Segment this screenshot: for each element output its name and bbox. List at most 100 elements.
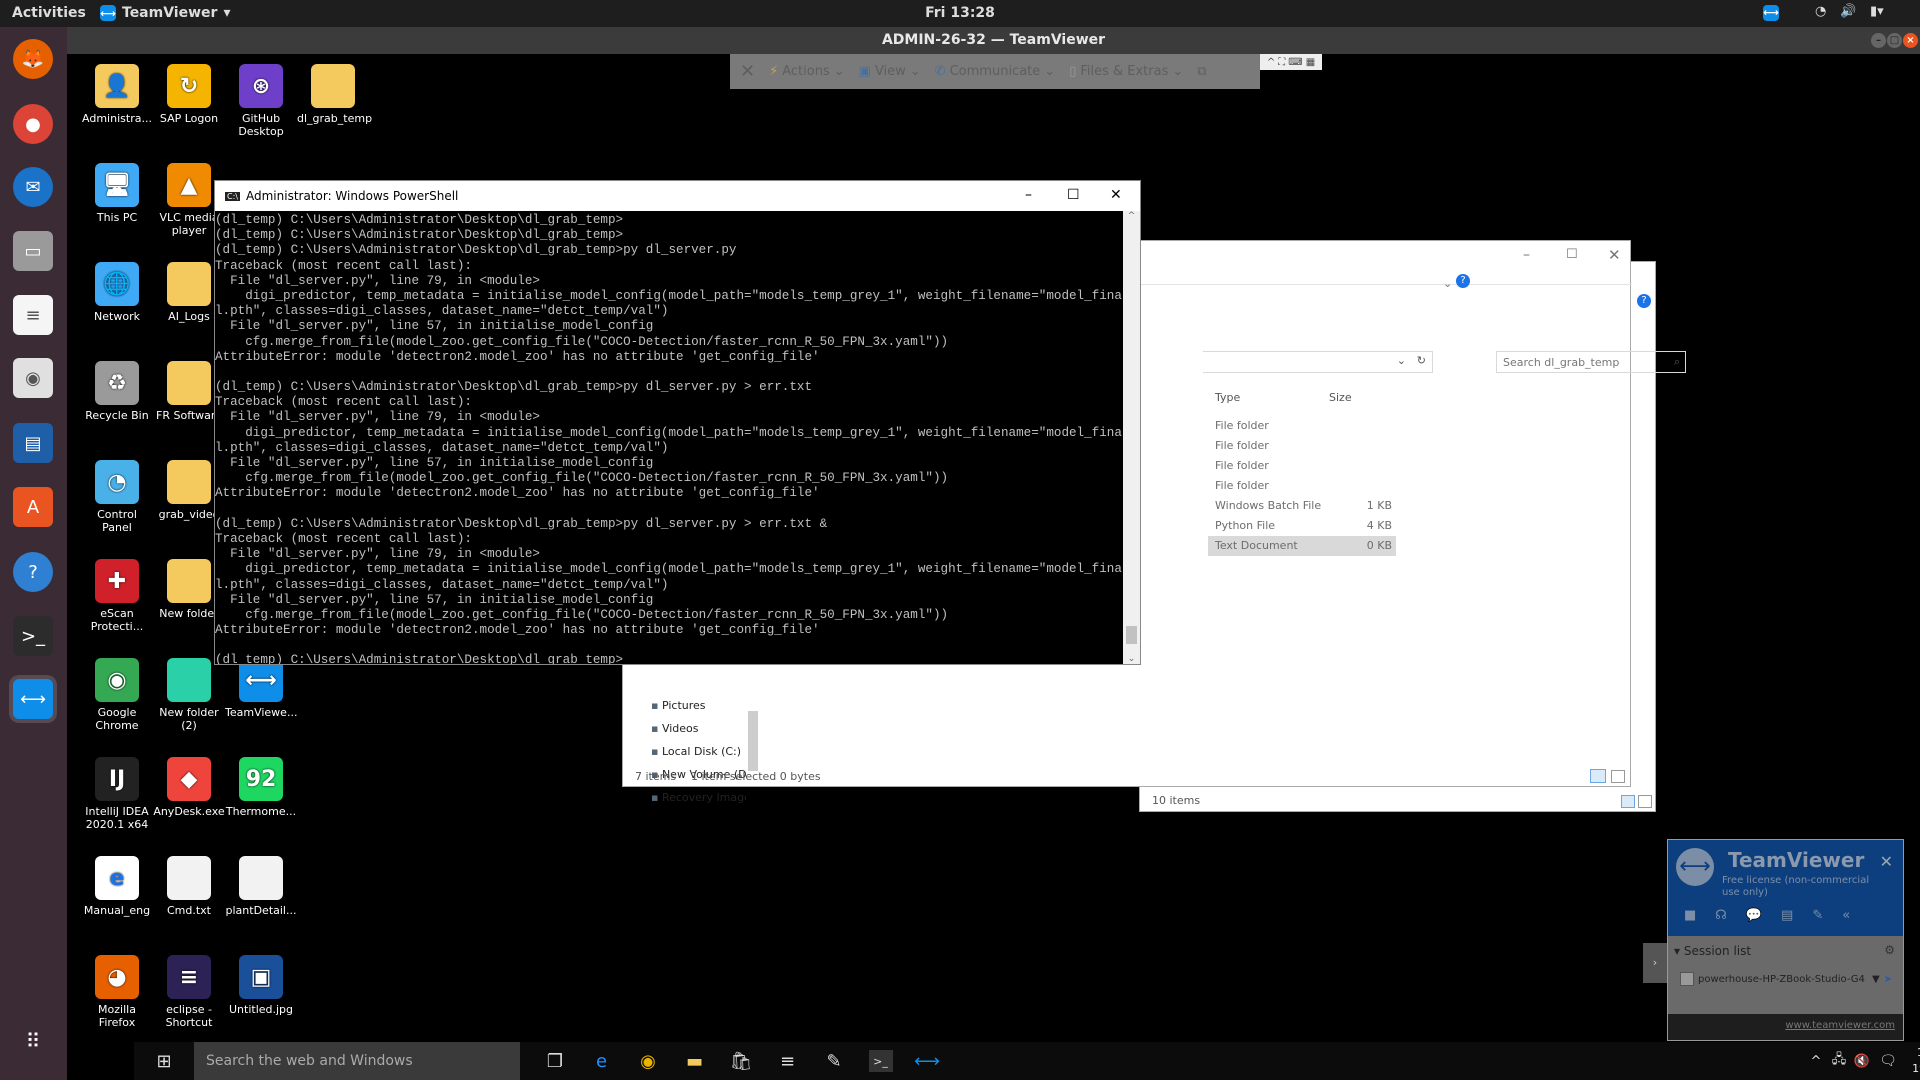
eclipse-taskbar-icon[interactable]: ≡ (776, 1050, 800, 1072)
software-center-icon[interactable]: A (9, 483, 57, 531)
headset-icon[interactable]: ☊ (1715, 908, 1727, 923)
desktop-icon[interactable]: ⟷ TeamViewe... (225, 658, 297, 719)
notification-icon[interactable]: 🗨 (1876, 1050, 1900, 1072)
switch-monitor-icon[interactable]: ⧉ (1197, 64, 1206, 79)
minimize-button[interactable]: – (1871, 33, 1886, 48)
desktop-icon[interactable]: ◔ Control Panel (81, 460, 153, 534)
help-icon[interactable]: ? (1456, 274, 1470, 288)
app-menu[interactable]: ⟷ TeamViewer ▾ (100, 5, 230, 21)
desktop-icon[interactable]: dl_grab_temp (297, 64, 372, 125)
keyboard-icon[interactable]: ⌨ (1288, 57, 1302, 68)
refresh-icon[interactable]: ↻ (1417, 354, 1426, 367)
chat-icon[interactable]: 💬 (1746, 908, 1762, 923)
collapse-toolbar-icon[interactable]: ^ (1267, 57, 1275, 68)
column-header-size[interactable]: Size (1329, 391, 1352, 404)
console-scrollbar[interactable]: ^ ⌄ (1123, 211, 1140, 664)
close-button[interactable]: × (1903, 33, 1918, 48)
help-icon[interactable]: ? (1637, 294, 1651, 308)
grid-icon[interactable]: ▦ (1306, 57, 1315, 68)
desktop-icon[interactable]: 👤 Administra... (81, 64, 153, 125)
file-row[interactable]: File folder (1208, 436, 1396, 456)
minimize-button[interactable]: – (1025, 187, 1032, 203)
teamviewer-link[interactable]: www.teamviewer.com (1785, 1020, 1895, 1031)
video-icon[interactable]: ■ (1684, 908, 1696, 923)
store-taskbar-icon[interactable]: 🛍 (729, 1050, 753, 1072)
chrome-taskbar-icon[interactable]: ◉ (636, 1050, 660, 1072)
desktop-icon[interactable]: ↻ SAP Logon (153, 64, 225, 125)
desktop-icon[interactable]: ≡ eclipse - Shortcut (153, 955, 225, 1029)
nav-scrollbar[interactable] (748, 711, 758, 771)
teamviewer-taskbar-icon[interactable]: ⟷ (914, 1050, 940, 1072)
desktop-icon[interactable]: 92 Thermome... (225, 757, 297, 818)
desktop-icon[interactable]: ◕ Mozilla Firefox (81, 955, 153, 1029)
desktop-icon[interactable]: ♻ Recycle Bin (81, 361, 153, 422)
files-icon[interactable]: ▤ (1781, 908, 1793, 923)
maximize-button[interactable]: ☐ (1566, 247, 1578, 262)
desktop-icon[interactable]: New folder (2) (153, 658, 225, 732)
close-button[interactable]: ✕ (1608, 246, 1621, 264)
wifi-icon[interactable]: ◔ (1815, 4, 1826, 19)
large-icons-view-icon[interactable] (1638, 795, 1652, 808)
minimize-button[interactable]: – (1523, 247, 1530, 263)
expand-ribbon-icon[interactable]: ⌄ (1443, 277, 1452, 290)
volume-icon[interactable]: 🔊 (1840, 4, 1856, 19)
details-view-icon[interactable] (1621, 795, 1635, 808)
files-icon[interactable]: ▭ (9, 227, 57, 275)
nav-item[interactable]: ▪ Local Disk (C:) (651, 745, 746, 758)
nav-item[interactable]: ▪ Videos (651, 722, 746, 735)
details-view-icon[interactable] (1590, 769, 1606, 783)
file-row[interactable]: Windows Batch File 1 KB (1208, 496, 1396, 516)
brush-icon[interactable]: ✎ (1812, 908, 1823, 923)
maximize-button[interactable]: □ (1887, 33, 1902, 48)
desktop-icon[interactable]: ◆ AnyDesk.exe (153, 757, 225, 818)
notepad-taskbar-icon[interactable]: ✎ (822, 1050, 846, 1072)
clock[interactable]: Fri 13:28 (0, 5, 1920, 21)
muted-volume-icon[interactable]: 🔇 (1850, 1050, 1874, 1072)
close-button[interactable]: ✕ (1110, 187, 1122, 203)
close-icon[interactable]: ✕ (1880, 852, 1893, 871)
tray-chevron-icon[interactable]: ^ (1804, 1050, 1828, 1072)
close-session-button[interactable]: ✕ (740, 61, 755, 82)
address-bar[interactable]: ⌄ ↻ (1203, 351, 1433, 373)
view-menu[interactable]: ▣ View ⌄ (859, 64, 921, 79)
desktop-icon[interactable]: ✚ eScan Protecti... (81, 559, 153, 633)
maximize-button[interactable]: ☐ (1067, 187, 1080, 203)
desktop-icon[interactable]: plantDetail... (225, 856, 297, 917)
files-extras-menu[interactable]: ▯ Files & Extras ⌄ (1069, 64, 1183, 79)
desktop-icon[interactable]: 🌐 Network (81, 262, 153, 323)
large-icons-view-icon[interactable] (1611, 770, 1625, 783)
file-row[interactable]: File folder (1208, 456, 1396, 476)
firefox-icon[interactable]: 🦊 (9, 35, 57, 83)
help-icon[interactable]: ? (9, 548, 57, 596)
nav-item[interactable]: ▪ Pictures (651, 699, 746, 712)
teamviewer-icon[interactable]: ⟷ (9, 675, 57, 723)
desktop-icon[interactable]: ⊛ GitHub Desktop (225, 64, 297, 138)
panel-expand-tab[interactable]: › (1643, 943, 1667, 983)
show-applications-icon[interactable]: ⠿ (9, 1017, 57, 1065)
powershell-taskbar-icon[interactable]: >_ (868, 1050, 893, 1072)
actions-menu[interactable]: ⚡ Actions ⌄ (769, 64, 845, 79)
session-list-header[interactable]: ▾ Session list (1674, 944, 1751, 958)
rhythmbox-icon[interactable]: ◉ (9, 354, 57, 402)
desktop-icon[interactable]: Cmd.txt (153, 856, 225, 917)
terminal-icon[interactable]: >_ (9, 612, 57, 660)
teamviewer-panel[interactable]: ⟷ TeamViewer Free license (non-commercia… (1667, 839, 1904, 1041)
notes-icon[interactable]: ≡ (9, 291, 57, 339)
taskbar-search-input[interactable]: Search the web and Windows (194, 1042, 520, 1080)
desktop-icon[interactable]: ◉ Google Chrome (81, 658, 153, 732)
session-item[interactable]: powerhouse-HP-ZBook-Studio-G4 (1: ▼ ➤ (1680, 972, 1892, 986)
gear-icon[interactable]: ⚙ (1884, 943, 1895, 957)
desktop-icon[interactable]: ▣ Untitled.jpg (225, 955, 297, 1016)
windows-start-icon[interactable]: ⊞ (152, 1050, 176, 1072)
file-explorer-taskbar-icon[interactable]: ▬ (683, 1050, 707, 1072)
edge-taskbar-icon[interactable]: e (590, 1050, 614, 1072)
file-row[interactable]: File folder (1208, 476, 1396, 496)
desktop-icon[interactable]: IJ IntelliJ IDEA 2020.1 x64 (81, 757, 153, 831)
remote-desktop[interactable]: ✕ ⚡ Actions ⌄ ▣ View ⌄ ✆ Communicate ⌄ ▯ Files … (67, 54, 1920, 1080)
file-row[interactable]: File folder (1208, 416, 1396, 436)
console-output[interactable]: (dl_temp) C:\Users\Administrator\Desktop… (215, 211, 1123, 664)
desktop-icon[interactable]: e Manual_eng (81, 856, 153, 917)
taskbar-clock[interactable]: 1:28 PM19-Jun-20 (1904, 1045, 1920, 1077)
desktop-icon[interactable]: 🖥 This PC (81, 163, 153, 224)
task-view-taskbar-icon[interactable]: ❐ (543, 1050, 567, 1072)
